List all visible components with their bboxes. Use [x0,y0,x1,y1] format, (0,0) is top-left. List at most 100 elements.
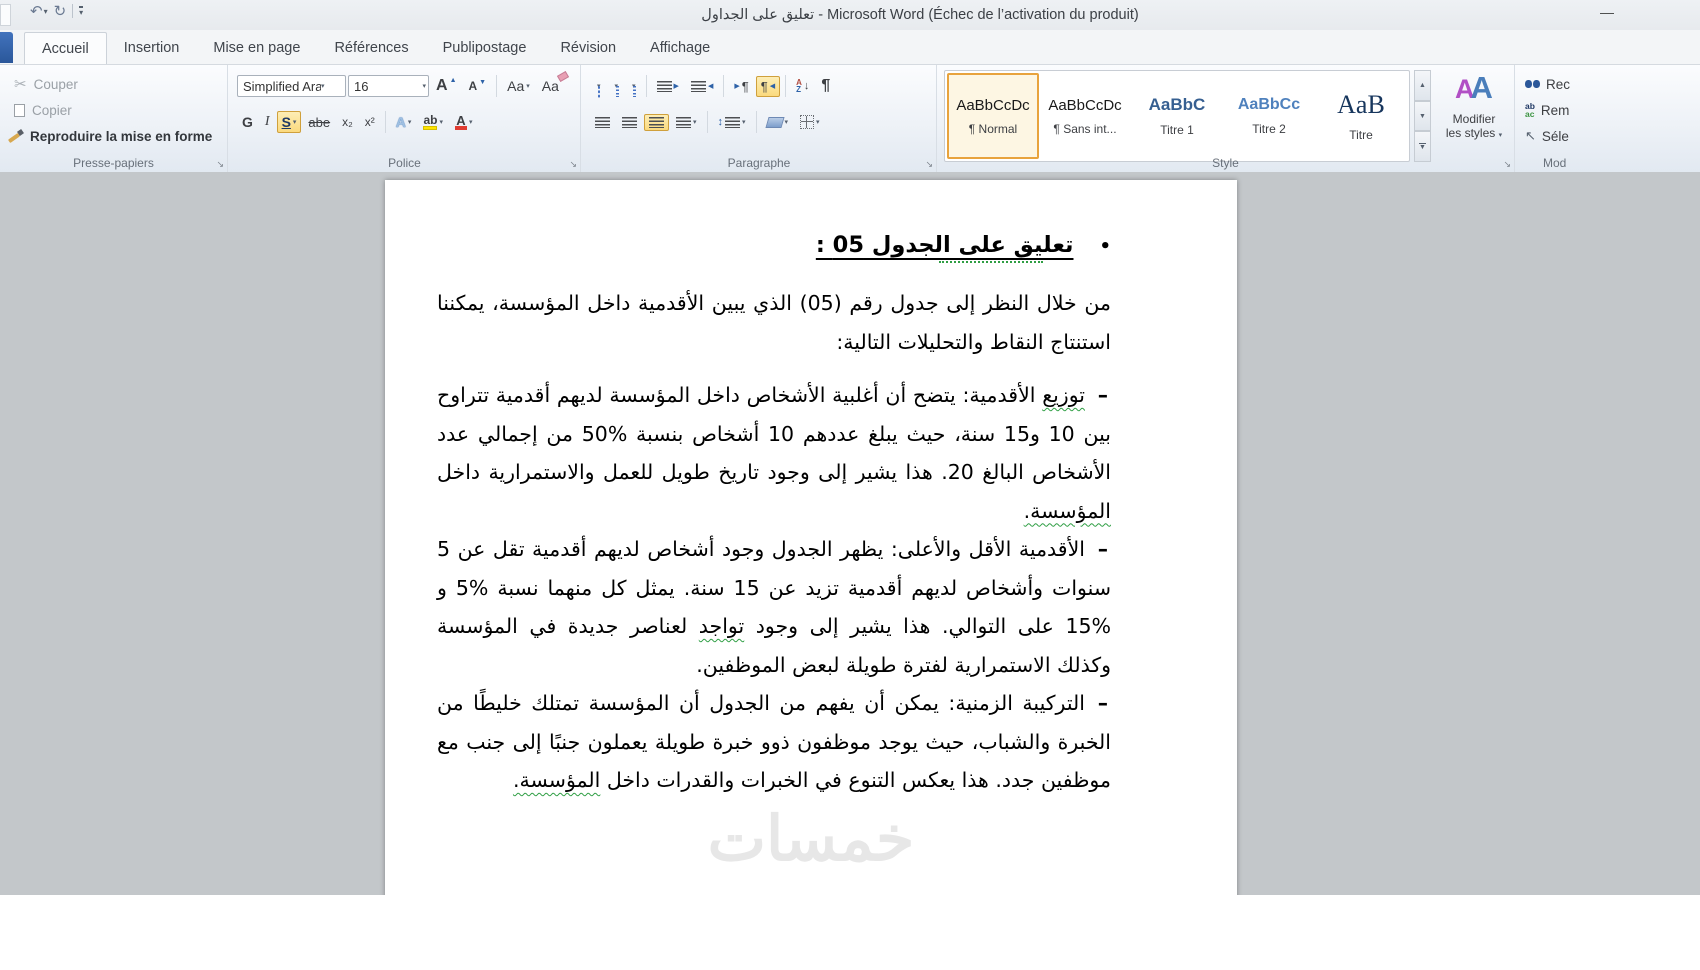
bold-button[interactable]: G [237,111,258,133]
italic-button[interactable]: I [260,111,275,133]
borders-button[interactable]: ▾ [795,112,825,132]
style-gallery-scrollbar: ▲ ▼ ▼ [1414,70,1431,163]
intro-paragraph: من خلال النظر إلى جدول رقم (05) الذي يبي… [437,291,1111,354]
format-painter-button[interactable]: Reproduire la mise en forme [0,123,227,149]
divider [72,4,74,18]
multilevel-list-button[interactable]: ▾ [625,80,641,97]
gallery-scroll-up-button[interactable]: ▲ [1414,70,1431,101]
undo-button[interactable]: ↶ ▾ [30,2,48,20]
numbering-button[interactable]: ▾ [608,80,624,97]
modify-styles-icon: AA [1455,70,1493,105]
shading-icon [764,116,785,128]
group-label: Mod [1543,156,1567,170]
tabs: Accueil Insertion Mise en page Référence… [24,32,727,64]
list-dash-marker: – [1097,691,1108,715]
sort-button[interactable]: A Z ↓ [791,76,814,97]
gallery-scroll-down-button[interactable]: ▼ [1414,100,1431,132]
divider [723,75,725,97]
dialog-launcher-icon[interactable]: ↘ [216,160,224,169]
document-page[interactable]: •تعليق على الجدول 05 : من خلال النظر إلى… [385,180,1237,895]
style-sans-interligne[interactable]: AaBbCcDc ¶ Sans int... [1040,74,1130,158]
font-name-combobox[interactable]: Simplified Ara ▾ [237,75,346,97]
customize-qat-button[interactable]: ▾ [79,5,84,17]
copy-button[interactable]: Copier [0,97,227,123]
copy-icon [14,101,28,117]
divider [785,75,787,97]
modify-styles-button[interactable]: AA Modifier les styles ▾ [1442,71,1506,161]
clear-formatting-button[interactable]: Aa [537,70,569,97]
document-heading: •تعليق على الجدول 05 : [437,224,1111,268]
list-item: – التركيبة الزمنية: يمكن أن يفهم من الجدو… [437,684,1111,800]
dialog-launcher-icon[interactable]: ↘ [925,160,933,169]
redo-button[interactable]: ↻ [54,2,67,20]
binoculars-icon [1525,80,1532,88]
group-label: Paragraphe [727,156,791,170]
cursor-icon: ↖ [1525,128,1536,143]
divider [384,111,386,133]
find-button[interactable]: Rec [1515,71,1700,97]
minimize-button[interactable]: — [1592,2,1622,22]
rtl-direction-button[interactable]: ¶ ◀ [755,75,781,97]
tab-accueil[interactable]: Accueil [24,32,107,64]
quick-access-toolbar: ↶ ▾ ↻ ▾ [30,2,84,20]
chevron-down-icon: ▾ [1498,132,1503,139]
change-case-button[interactable]: Aa ▾ [502,75,535,97]
font-size-combobox[interactable]: 16 ▾ [348,75,429,97]
ltr-direction-button[interactable]: ▶ ¶ [729,76,753,97]
shrink-font-button[interactable]: A ▼ [464,76,492,96]
highlight-button[interactable]: ab ▾ [418,112,448,133]
title-bar: ↶ ▾ ↻ ▾ تعليق على الجداول - Microsoft Wor… [0,0,1700,30]
tab-publipostage[interactable]: Publipostage [426,32,544,64]
eraser-icon [556,70,569,83]
align-left-icon [595,116,610,128]
line-spacing-icon [725,116,741,128]
dialog-launcher-icon[interactable]: ↘ [569,160,577,169]
divider [645,75,647,97]
chevron-down-icon: ▾ [292,118,297,126]
underline-button[interactable]: S ▾ [276,111,302,133]
shading-button[interactable]: ▾ [762,114,794,131]
tab-mise-en-page[interactable]: Mise en page [196,32,317,64]
font-color-button[interactable]: A ▾ [450,112,478,133]
style-titre-1[interactable]: AaBbC Titre 1 [1132,74,1222,158]
chevron-down-icon: ▾ [816,118,820,126]
ribbon-tab-row: Accueil Insertion Mise en page Référence… [0,30,1700,65]
superscript-button[interactable]: x² [360,112,380,132]
document-content[interactable]: •تعليق على الجدول 05 : من خلال النظر إلى… [437,224,1111,800]
tab-insertion[interactable]: Insertion [107,32,197,64]
select-button[interactable]: ↖ Séle [1515,123,1700,149]
text-effects-button[interactable]: A ▾ [391,111,417,133]
chevron-down-icon: ▾ [422,82,426,90]
window-icon [0,4,11,26]
sort-icon: AZ [796,77,802,94]
group-label: Presse-papiers [73,156,154,170]
align-left-button[interactable] [590,114,615,131]
document-area: •تعليق على الجدول 05 : من خلال النظر إلى… [0,172,1700,895]
bullets-button[interactable]: ▾ [590,80,606,93]
dialog-launcher-icon[interactable]: ↘ [1503,160,1511,169]
chevron-down-icon: ▾ [321,82,325,90]
increase-indent-button[interactable]: ◀ [686,78,718,95]
list-dash-marker: – [1097,383,1108,407]
tab-revision[interactable]: Révision [543,32,633,64]
strikethrough-button[interactable]: abe [303,112,335,133]
style-titre-2[interactable]: AaBbCc Titre 2 [1224,74,1314,158]
justify-button[interactable]: ▾ [671,114,702,131]
decrease-indent-button[interactable]: ▶ [652,78,684,95]
tab-fichier[interactable] [0,32,13,63]
undo-icon: ↶ [30,3,43,20]
show-marks-button[interactable]: ¶ [816,74,835,98]
tab-references[interactable]: Références [317,32,425,64]
tab-affichage[interactable]: Affichage [633,32,727,64]
style-titre[interactable]: AaB Titre [1316,74,1406,158]
style-normal[interactable]: AaBbCcDc ¶ Normal [947,73,1039,159]
replace-button[interactable]: ab ac Rem [1515,97,1700,123]
grow-font-button[interactable]: A ▲ [431,74,462,98]
align-center-button[interactable] [617,114,642,131]
subscript-button[interactable]: x₂ [337,112,358,132]
divider [706,111,708,133]
line-spacing-button[interactable]: ↕ ▾ [713,113,751,131]
align-right-button[interactable] [644,113,669,131]
cut-button[interactable]: ✂ Couper [0,71,227,97]
text-effects-icon: A [395,114,406,130]
